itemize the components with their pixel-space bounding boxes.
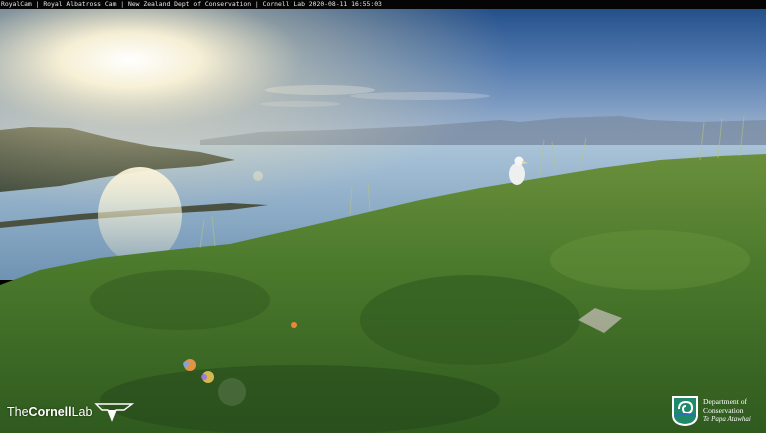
cornell-bird-icon <box>94 403 135 422</box>
grass-tuft <box>360 275 580 365</box>
doc-logo: Department of Conservation Te Papa Atawh… <box>671 394 766 428</box>
doc-emblem-icon <box>672 396 698 426</box>
webcam-scene <box>0 9 766 433</box>
grass-tuft <box>550 230 750 290</box>
cornell-lab-logo: The Cornell Lab <box>7 400 135 424</box>
grass-tuft <box>90 270 270 330</box>
grass-tuft <box>100 365 500 433</box>
cornell-logo-the: The <box>7 405 29 419</box>
doc-line-2: Conservation <box>703 405 744 415</box>
doc-line-3: Te Papa Atawhai <box>703 415 751 424</box>
cornell-logo-cornell: Cornell <box>28 405 72 419</box>
camera-caption: RoyalCam | Royal Albatross Cam | New Zea… <box>0 0 766 9</box>
cornell-logo-lab: Lab <box>71 405 93 419</box>
